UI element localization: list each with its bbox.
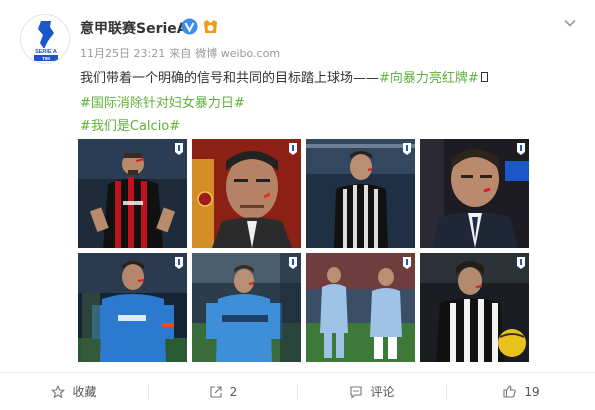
favorite-label: 收藏: [72, 385, 97, 399]
post-text-line-1: 我们带着一个明确的信号和共同的目标踏上球场——#向暴力亮红牌#: [80, 67, 488, 86]
share-icon: [210, 385, 222, 398]
like-icon: [503, 385, 517, 398]
serie-a-seal-icon: [175, 143, 183, 155]
photo-coach-inter-red-mark[interactable]: [420, 139, 529, 248]
svg-text:TIM: TIM: [42, 56, 50, 61]
hashtag-red-card[interactable]: #向暴力亮红牌#: [379, 71, 479, 86]
svg-text:SERIE A: SERIE A: [35, 49, 57, 55]
hashtag-violence-day[interactable]: #国际消除针对妇女暴力日#: [80, 96, 245, 111]
photo-player-napoli-red-mark[interactable]: [78, 253, 187, 362]
avatar[interactable]: SERIE A TIM: [20, 14, 70, 64]
weibo-post-card: SERIE A TIM 意甲联赛SerieA 11月25日 23:21 来自 微博 …: [0, 0, 595, 410]
like-count: 19: [524, 384, 540, 399]
post-text-line-3: #我们是Calcio#: [80, 115, 180, 134]
post-text: 我们带着一个明确的信号和共同的目标踏上球场——: [80, 71, 380, 86]
serie-a-seal-icon: [289, 143, 297, 155]
share-button[interactable]: 2: [149, 373, 297, 410]
missing-glyph-icon: [480, 72, 488, 82]
gold-badge-icon[interactable]: [202, 18, 219, 35]
like-button[interactable]: 19: [447, 373, 595, 410]
verified-icon: [181, 18, 198, 35]
photo-player-milan-red-mark[interactable]: [78, 139, 187, 248]
photo-players-lazio-red-mark[interactable]: [306, 253, 415, 362]
share-count: 2: [229, 384, 238, 399]
photo-player-udinese-red-mark[interactable]: [420, 253, 529, 362]
post-timestamp[interactable]: 11月25日 23:21: [80, 47, 165, 60]
photo-coach-roma-red-mark[interactable]: [192, 139, 301, 248]
chevron-down-icon[interactable]: [563, 16, 577, 30]
serie-a-logo: SERIE A TIM: [30, 21, 62, 61]
post-meta: 11月25日 23:21 来自 微博 weibo.com: [80, 45, 284, 61]
serie-a-seal-icon: [175, 257, 183, 269]
favorite-button[interactable]: 收藏: [0, 373, 148, 410]
comment-icon: [350, 385, 363, 399]
author-name[interactable]: 意甲联赛SerieA: [80, 18, 188, 38]
star-icon: [51, 384, 66, 398]
serie-a-seal-icon: [517, 143, 525, 155]
serie-a-seal-icon: [289, 257, 297, 269]
source-prefix: 来自: [169, 47, 192, 60]
hashtag-calcio[interactable]: #我们是Calcio#: [80, 119, 180, 134]
photo-player-juventus-red-mark[interactable]: [306, 139, 415, 248]
comment-button[interactable]: 评论: [298, 373, 446, 410]
serie-a-seal-icon: [403, 143, 411, 155]
serie-a-seal-icon: [403, 257, 411, 269]
photo-player-atalanta-red-mark[interactable]: [192, 253, 301, 362]
post-source: 微博 weibo.com: [195, 47, 281, 60]
post-text-line-2: #国际消除针对妇女暴力日#: [80, 92, 245, 111]
comment-label: 评论: [370, 385, 395, 399]
serie-a-seal-icon: [517, 257, 525, 269]
action-bar: 收藏 2 评论 19: [0, 373, 595, 410]
